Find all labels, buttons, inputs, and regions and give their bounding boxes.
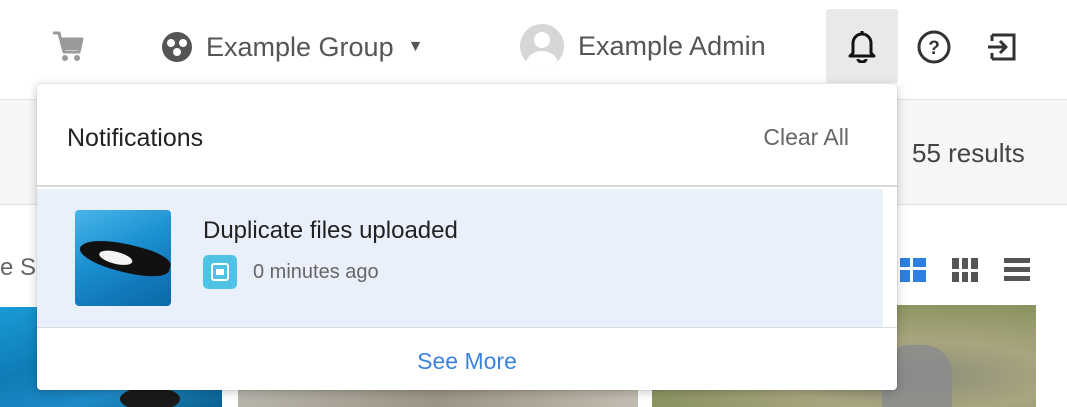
notification-meta: 0 minutes ago bbox=[203, 255, 379, 289]
notifications-footer: See More bbox=[37, 327, 897, 390]
notifications-button[interactable] bbox=[826, 9, 898, 83]
group-icon bbox=[162, 32, 192, 62]
results-count: 55 results bbox=[912, 138, 1025, 168]
mosaic-view-icon[interactable] bbox=[900, 258, 926, 282]
notifications-dropdown: Notifications Clear All Duplicate files … bbox=[37, 84, 897, 390]
clear-all-button[interactable]: Clear All bbox=[763, 124, 849, 151]
notification-thumbnail bbox=[75, 210, 171, 306]
notifications-header: Notifications Clear All bbox=[37, 84, 897, 187]
notification-text: Duplicate files uploaded bbox=[203, 217, 458, 244]
cart-button[interactable] bbox=[50, 28, 86, 64]
user-label: Example Admin bbox=[578, 30, 766, 61]
help-button[interactable]: ? bbox=[915, 28, 953, 66]
scrollbar[interactable] bbox=[883, 189, 897, 327]
notification-time: 0 minutes ago bbox=[253, 260, 379, 283]
group-selector[interactable]: Example Group ▼ bbox=[160, 28, 423, 66]
caret-down-icon: ▼ bbox=[407, 38, 424, 55]
see-more-link[interactable]: See More bbox=[37, 348, 897, 375]
notification-item[interactable]: Duplicate files uploaded 0 minutes ago bbox=[37, 189, 883, 327]
user-menu[interactable]: Example Admin bbox=[520, 24, 766, 68]
svg-text:?: ? bbox=[928, 38, 940, 59]
avatar bbox=[520, 24, 564, 68]
logout-icon bbox=[988, 33, 1016, 61]
partial-label: e S bbox=[0, 254, 37, 281]
notifications-title: Notifications bbox=[67, 124, 204, 152]
logout-button[interactable] bbox=[985, 28, 1023, 66]
grid-view-icon[interactable] bbox=[952, 258, 978, 282]
cart-icon bbox=[53, 31, 84, 61]
orca-image bbox=[76, 233, 171, 283]
help-icon: ? bbox=[917, 30, 951, 64]
asset-thumbnail[interactable] bbox=[238, 390, 638, 407]
group-label: Example Group bbox=[206, 31, 394, 62]
view-switcher bbox=[900, 258, 1030, 282]
list-view-icon[interactable] bbox=[1004, 258, 1030, 282]
bell-icon bbox=[848, 31, 876, 63]
image-file-icon bbox=[203, 255, 237, 289]
